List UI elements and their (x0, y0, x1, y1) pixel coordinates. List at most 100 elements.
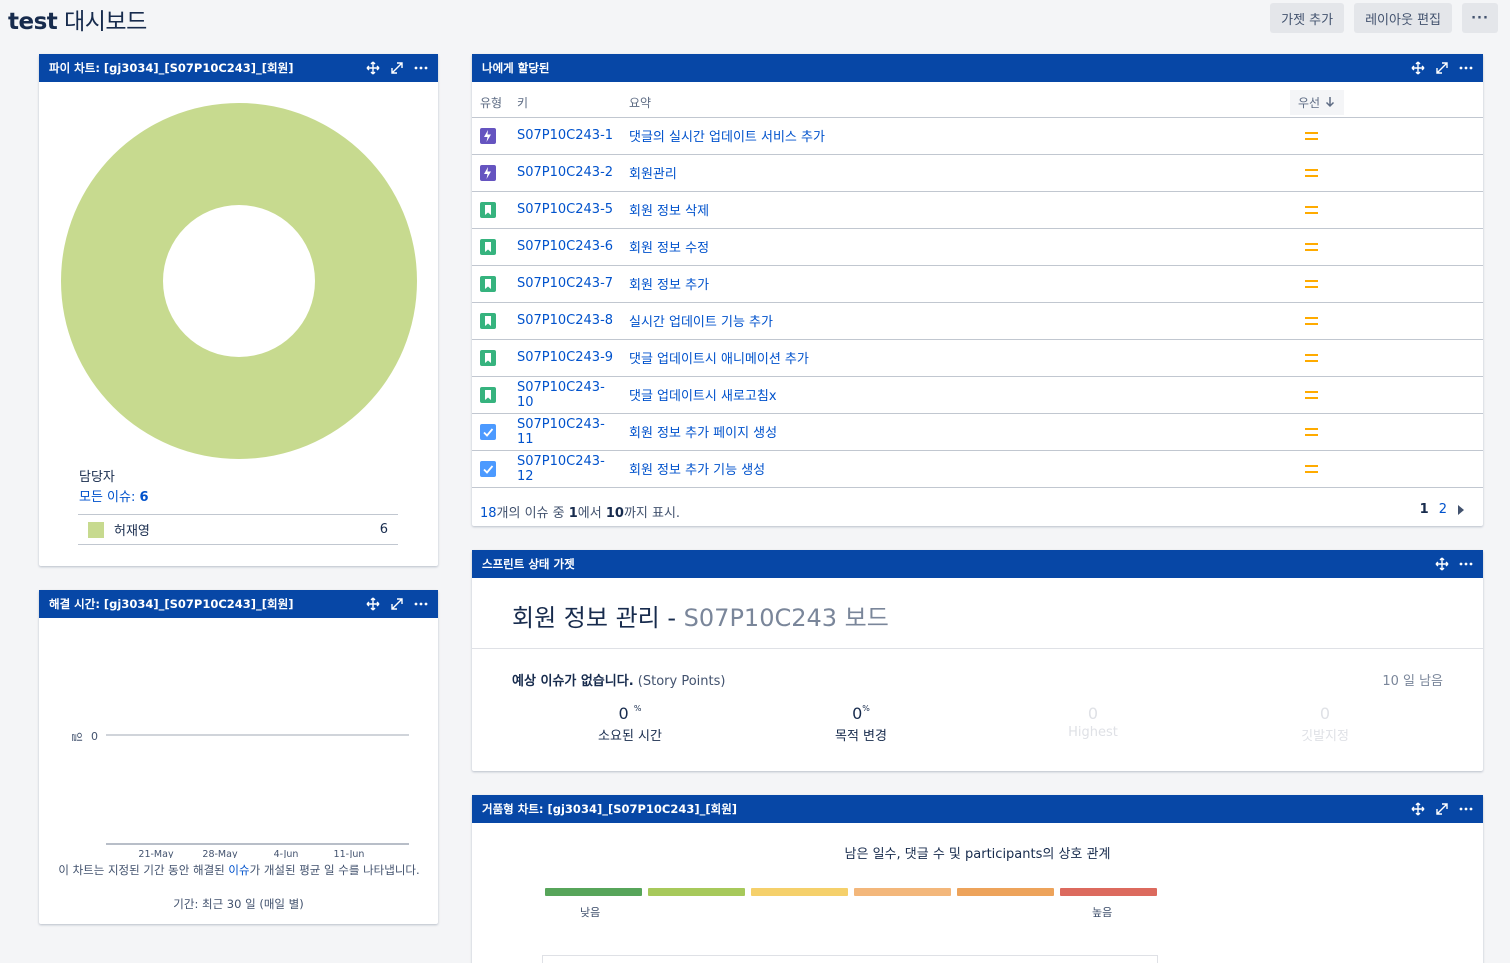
color-scale-segment (751, 888, 848, 896)
more-icon[interactable] (414, 597, 428, 611)
legend-name: 허재영 (114, 524, 150, 539)
gadget-title: 해결 시간: [gj3034]_[S07P10C243]_[회원] (49, 597, 294, 611)
move-icon[interactable] (1435, 557, 1449, 571)
issue-key-link[interactable]: S07P10C243-9 (509, 339, 621, 377)
story-type-icon (480, 349, 496, 366)
column-summary[interactable]: 요약 (621, 88, 1290, 118)
resolution-time-gadget: 해결 시간: [gj3034]_[S07P10C243]_[회원] 일 0 21… (39, 590, 438, 924)
board-name-link[interactable]: S07P10C243 보드 (684, 604, 889, 632)
issue-summary-link[interactable]: 실시간 업데이트 기능 추가 (621, 302, 1290, 340)
issue-summary-link[interactable]: 댓글의 실시간 업데이트 서비스 추가 (621, 117, 1290, 155)
add-gadget-button[interactable]: 가젯 추가 (1270, 3, 1345, 33)
table-row[interactable]: S07P10C243-10 댓글 업데이트시 새로고침x (472, 376, 1483, 414)
legend-count: 6 (379, 522, 388, 537)
top-actions: 가젯 추가 레이아웃 편집 ··· (1270, 3, 1498, 33)
move-icon[interactable] (366, 597, 380, 611)
column-key[interactable]: 키 (509, 88, 621, 118)
pie-legend-row[interactable]: 허재영 6 (78, 514, 398, 545)
move-icon[interactable] (1411, 802, 1425, 816)
estimate-unit: (Story Points) (637, 674, 726, 689)
more-icon[interactable] (1459, 557, 1473, 571)
more-icon[interactable] (1459, 61, 1473, 75)
table-row[interactable]: S07P10C243-12 회원 정보 추가 기능 생성 (472, 450, 1483, 488)
table-row[interactable]: S07P10C243-5 회원 정보 삭제 (472, 191, 1483, 229)
priority-medium-icon (1305, 353, 1318, 362)
stat-highest: 0 Highest (1013, 704, 1173, 740)
scale-low-label: 낮음 (580, 906, 601, 919)
gadget-header: 나에게 할당된 (472, 54, 1483, 82)
column-priority[interactable]: 우선 (1290, 88, 1483, 118)
issue-summary-link[interactable]: 회원 정보 추가 (621, 265, 1290, 303)
more-icon[interactable] (1459, 802, 1473, 816)
next-page-icon[interactable] (1457, 504, 1465, 516)
issue-key-link[interactable]: S07P10C243-6 (509, 228, 621, 266)
expand-icon[interactable] (1435, 802, 1449, 816)
all-issues-link[interactable]: 모든 이슈: 6 (79, 486, 149, 505)
issue-key-link[interactable]: S07P10C243-12 (509, 450, 621, 488)
issue-summary-link[interactable]: 회원관리 (621, 154, 1290, 192)
issue-type-cell (472, 228, 509, 266)
issue-summary-link[interactable]: 회원 정보 수정 (621, 228, 1290, 266)
bubble-chart-title: 남은 일수, 댓글 수 및 participants의 상호 관계 (844, 847, 1111, 862)
bubble-plot-area (542, 955, 1158, 963)
issue-summary-link[interactable]: 회원 정보 추가 기능 생성 (621, 450, 1290, 488)
table-row[interactable]: S07P10C243-7 회원 정보 추가 (472, 265, 1483, 303)
table-row[interactable]: S07P10C243-9 댓글 업데이트시 애니메이션 추가 (472, 339, 1483, 377)
priority-medium-icon (1305, 131, 1318, 140)
issue-priority-cell (1290, 191, 1483, 229)
stat-flagged: 0 깃발지정 (1245, 704, 1405, 744)
priority-medium-icon (1305, 464, 1318, 473)
column-type[interactable]: 유형 (472, 88, 509, 118)
issue-key-link[interactable]: S07P10C243-10 (509, 376, 621, 414)
issue-summary-link[interactable]: 댓글 업데이트시 애니메이션 추가 (621, 339, 1290, 377)
pager-summary: 18개의 이슈 중 1에서 10까지 표시. (480, 502, 680, 521)
epic-type-icon (480, 164, 496, 181)
issue-key-link[interactable]: S07P10C243-2 (509, 154, 621, 192)
note-text-1: 이 차트는 지정된 기간 동안 해결된 (58, 863, 229, 877)
priority-medium-icon (1305, 168, 1318, 177)
days-remaining: 10 일 남음 (1382, 674, 1443, 689)
issue-key-link[interactable]: S07P10C243-8 (509, 302, 621, 340)
issue-summary-link[interactable]: 회원 정보 추가 페이지 생성 (621, 413, 1290, 451)
gadget-title: 스프린트 상태 가젯 (482, 557, 575, 571)
expand-icon[interactable] (390, 61, 404, 75)
pie-slice[interactable] (61, 103, 417, 459)
expand-icon[interactable] (1435, 61, 1449, 75)
table-row[interactable]: S07P10C243-6 회원 정보 수정 (472, 228, 1483, 266)
issue-key-link[interactable]: S07P10C243-11 (509, 413, 621, 451)
issue-summary-link[interactable]: 댓글 업데이트시 새로고침x (621, 376, 1290, 414)
issue-priority-cell (1290, 302, 1483, 340)
edit-layout-button[interactable]: 레이아웃 편집 (1354, 3, 1452, 33)
estimate-text: 예상 이슈가 없습니다. (512, 674, 634, 689)
issues-link[interactable]: 이슈 (228, 863, 249, 877)
task-type-icon (480, 423, 496, 440)
resolution-chart: 일 0 21-May 28-May 4-Jun 11-Jun (70, 730, 409, 858)
pie-chart (61, 103, 417, 459)
table-row[interactable]: S07P10C243-11 회원 정보 추가 페이지 생성 (472, 413, 1483, 451)
move-icon[interactable] (1411, 61, 1425, 75)
table-row[interactable]: S07P10C243-2 회원관리 (472, 154, 1483, 192)
pager-text-2: 에서 (577, 506, 606, 521)
issue-summary-link[interactable]: 회원 정보 삭제 (621, 191, 1290, 229)
expand-icon[interactable] (390, 597, 404, 611)
table-row[interactable]: S07P10C243-1 댓글의 실시간 업데이트 서비스 추가 (472, 117, 1483, 155)
page-2-link[interactable]: 2 (1439, 502, 1447, 517)
issue-key-link[interactable]: S07P10C243-5 (509, 191, 621, 229)
pager-text-1: 개의 이슈 중 (496, 506, 569, 521)
stat-unit: % (862, 704, 870, 713)
more-options-button[interactable]: ··· (1462, 3, 1498, 33)
gadget-header: 스프린트 상태 가젯 (472, 550, 1483, 578)
issue-key-link[interactable]: S07P10C243-7 (509, 265, 621, 303)
task-type-icon (480, 460, 496, 477)
issue-priority-cell (1290, 450, 1483, 488)
table-row[interactable]: S07P10C243-8 실시간 업데이트 기능 추가 (472, 302, 1483, 340)
issue-key-link[interactable]: S07P10C243-1 (509, 117, 621, 155)
gadget-header: 파이 차트: [gj3034]_[S07P10C243]_[회원] (39, 54, 438, 82)
resolution-period: 기간: 최근 30 일 (매일 별) (173, 897, 304, 911)
more-icon[interactable] (414, 61, 428, 75)
gadget-title: 파이 차트: [gj3034]_[S07P10C243]_[회원] (49, 61, 294, 75)
move-icon[interactable] (366, 61, 380, 75)
sprint-title: 회원 정보 관리 - S07P10C243 보드 (512, 598, 889, 633)
assigned-to-me-gadget: 나에게 할당된 유형 키 요약 우선 S07P10C243-1 댓글의 실시간 업… (472, 54, 1483, 526)
x-tick-label: 21-May (138, 849, 174, 858)
